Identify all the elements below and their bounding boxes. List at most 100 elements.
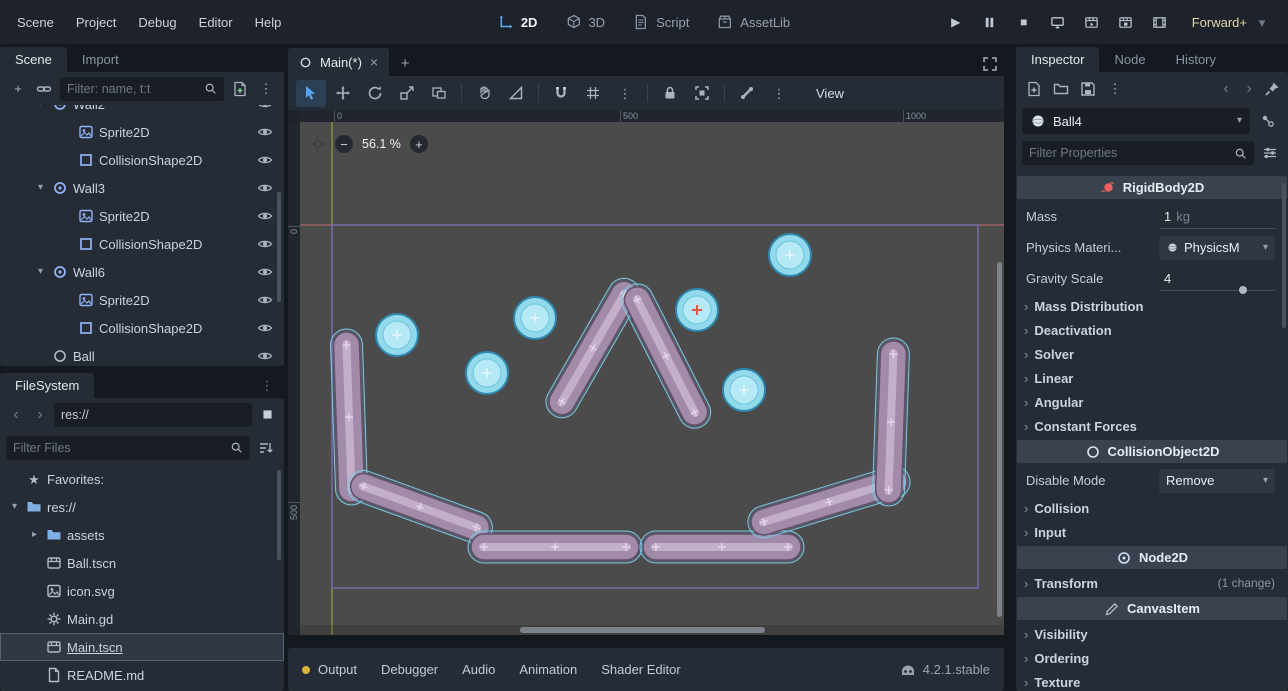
group-texture[interactable]: ›Texture [1016, 670, 1288, 691]
arrow-right-icon[interactable]: ▸ [28, 530, 41, 540]
group-visibility[interactable]: ›Visibility [1016, 622, 1288, 646]
play-scene-button[interactable] [1078, 9, 1106, 35]
group-mass-distribution[interactable]: ›Mass Distribution [1016, 294, 1288, 318]
scene-node-sprite2d[interactable]: Sprite2D [0, 118, 284, 146]
scene-node-sprite2d[interactable]: Sprite2D [0, 202, 284, 230]
workspace-3d[interactable]: 3D [553, 9, 617, 35]
bottom-tab-output[interactable]: Output [302, 662, 357, 677]
group-angular[interactable]: ›Angular [1016, 390, 1288, 414]
ball-node[interactable] [376, 314, 418, 356]
new-resource-button[interactable] [1021, 76, 1047, 102]
group-deactivation[interactable]: ›Deactivation [1016, 318, 1288, 342]
lock-tool-button[interactable] [655, 80, 685, 107]
select-list-tool-button[interactable] [424, 80, 454, 107]
more-button[interactable]: ⋮ [1102, 76, 1128, 102]
scene-node-wall6[interactable]: ▾Wall6 [0, 258, 284, 286]
ball-node[interactable] [723, 369, 765, 411]
group-solver[interactable]: ›Solver [1016, 342, 1288, 366]
scene-node-sprite2d[interactable]: Sprite2D [0, 286, 284, 314]
scene-filter-input[interactable] [67, 82, 200, 96]
menu-scene[interactable]: Scene [6, 10, 65, 35]
add-node-button[interactable]: + [6, 76, 30, 102]
nav-forward-button[interactable]: › [30, 402, 50, 428]
view-menu[interactable]: View [806, 82, 854, 105]
visibility-toggle-button[interactable] [252, 119, 278, 145]
grid-snap-tool-button[interactable] [578, 80, 608, 107]
move-tool-button[interactable] [328, 80, 358, 107]
rotate-tool-button[interactable] [360, 80, 390, 107]
zoom-in-button[interactable]: + [410, 135, 428, 153]
bone-options-tool-button[interactable]: ⋮ [764, 80, 794, 107]
smart-snap-tool-button[interactable] [546, 80, 576, 107]
group-constant-forces[interactable]: ›Constant Forces [1016, 414, 1288, 438]
scene-node-collisionshape2d[interactable]: CollisionShape2D [0, 230, 284, 258]
menu-editor[interactable]: Editor [188, 10, 244, 35]
select-tool-button[interactable] [296, 80, 326, 107]
file-ball-tscn[interactable]: Ball.tscn [0, 549, 284, 577]
ball-node-selected[interactable] [676, 289, 718, 331]
scene-node-wall2[interactable]: ▾Wall2 [0, 105, 284, 118]
visibility-toggle-button[interactable] [252, 343, 278, 366]
play-custom-scene-button[interactable] [1112, 9, 1140, 35]
v-scroll-thumb[interactable] [997, 262, 1002, 617]
play-button[interactable]: ▶ [942, 9, 970, 35]
menu-help[interactable]: Help [244, 10, 293, 35]
bottom-tab-debugger[interactable]: Debugger [381, 662, 438, 677]
split-view-button[interactable] [256, 402, 278, 428]
file-res[interactable]: ▾res:// [0, 493, 284, 521]
scene-canvas[interactable]: − 56.1 % + [300, 122, 1004, 635]
scene-node-collisionshape2d[interactable]: CollisionShape2D [0, 146, 284, 174]
zoom-out-button[interactable]: − [335, 135, 353, 153]
scene-tree-scrollbar[interactable] [277, 192, 281, 302]
group-input[interactable]: ›Input [1016, 520, 1288, 544]
close-icon[interactable]: × [370, 55, 378, 69]
file-favorites[interactable]: ★Favorites: [0, 465, 284, 493]
instance-scene-button[interactable] [32, 76, 56, 102]
visibility-toggle-button[interactable] [252, 175, 278, 201]
file-readme-md[interactable]: README.md [0, 661, 284, 689]
tab-filesystem[interactable]: FileSystem [0, 373, 94, 398]
save-resource-button[interactable] [1075, 76, 1101, 102]
back-button[interactable]: ‹ [1215, 76, 1237, 102]
remote-debug-button[interactable] [1044, 9, 1072, 35]
attach-script-button[interactable] [228, 76, 252, 102]
inspector-filter-input[interactable] [1029, 146, 1230, 160]
menu-debug[interactable]: Debug [127, 10, 187, 35]
inspector-scrollbar[interactable] [1282, 183, 1286, 328]
visibility-toggle-button[interactable] [252, 231, 278, 257]
wall-node[interactable] [468, 531, 642, 563]
scale-tool-button[interactable] [392, 80, 422, 107]
scene-node-collisionshape2d[interactable]: CollisionShape2D [0, 314, 284, 342]
file-main-tscn[interactable]: Main.tscn [0, 633, 284, 661]
bone-tool-button[interactable] [732, 80, 762, 107]
group-collision[interactable]: ›Collision [1016, 496, 1288, 520]
group-tool-button[interactable] [687, 80, 717, 107]
workspace-script[interactable]: Script [621, 9, 701, 35]
stop-button[interactable]: ■ [1010, 9, 1038, 35]
tab-node[interactable]: Node [1099, 47, 1160, 72]
file-main-gd[interactable]: Main.gd [0, 605, 284, 633]
gravity-scale-editor[interactable]: 4 [1159, 267, 1275, 291]
expand-icon[interactable] [982, 56, 998, 72]
arrow-down-icon[interactable]: ▾ [34, 267, 47, 277]
zoom-level[interactable]: 56.1 % [362, 137, 401, 151]
file-assets[interactable]: ▸assets [0, 521, 284, 549]
path-input[interactable] [61, 408, 245, 422]
forward-button[interactable]: › [1238, 76, 1260, 102]
tab-history[interactable]: History [1161, 47, 1231, 72]
pan-tool-button[interactable] [469, 80, 499, 107]
arrow-down-icon[interactable]: ▾ [8, 502, 21, 512]
more-button[interactable]: ⋮ [254, 76, 278, 102]
group-transform[interactable]: ›Transform(1 change) [1016, 571, 1288, 595]
filesystem-scrollbar[interactable] [277, 470, 281, 560]
bottom-tab-shader-editor[interactable]: Shader Editor [601, 662, 681, 677]
physics-materi-editor[interactable]: PhysicsM▾ [1159, 236, 1275, 260]
bottom-tab-audio[interactable]: Audio [462, 662, 495, 677]
renderer-dropdown[interactable]: Forward+ ▾ [1186, 10, 1276, 34]
scene-node-wall3[interactable]: ▾Wall3 [0, 174, 284, 202]
menu-project[interactable]: Project [65, 10, 127, 35]
h-scroll-thumb[interactable] [520, 627, 765, 633]
group-ordering[interactable]: ›Ordering [1016, 646, 1288, 670]
pin-button[interactable] [1261, 76, 1283, 102]
arrow-down-icon[interactable]: ▾ [34, 183, 47, 193]
